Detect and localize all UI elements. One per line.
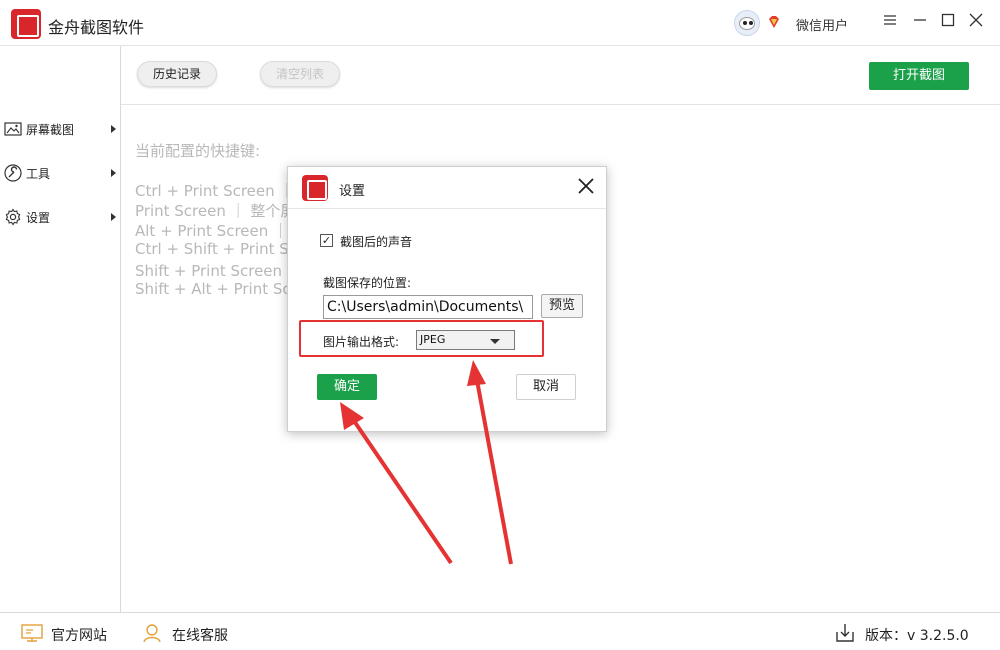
official-website-link[interactable]: 官方网站: [21, 623, 121, 644]
website-label: 官方网站: [51, 628, 107, 644]
sound-checkbox-label: 截图后的声音: [340, 235, 413, 249]
chevron-right-icon: [111, 213, 116, 221]
sidebar: 屏幕截图 工具 设置: [0, 46, 121, 612]
browse-button[interactable]: 预览: [541, 294, 583, 318]
dialog-header: 设置: [288, 167, 606, 209]
annotation-highlight-box: [299, 320, 544, 357]
status-bar: 官方网站 在线客服 版本：v 3.2.5.0: [0, 612, 1000, 650]
open-screenshot-button[interactable]: 打开截图: [869, 62, 969, 90]
support-label: 在线客服: [172, 628, 228, 644]
vip-diamond-icon[interactable]: [767, 15, 781, 29]
history-button[interactable]: 历史记录: [137, 61, 217, 87]
sidebar-item-label: 工具: [26, 167, 51, 181]
hotkey-line: Shift + Print Screen ｜: [135, 262, 302, 280]
user-avatar[interactable]: [734, 10, 760, 36]
avatar-eye-left: [743, 21, 747, 25]
app-logo-icon: [11, 9, 41, 39]
app-title: 金舟截图软件: [48, 18, 145, 37]
minimize-icon[interactable]: [910, 12, 930, 32]
sidebar-item-label: 屏幕截图: [26, 123, 75, 137]
hotkey-line: Print Screen ｜ 整个屏: [135, 202, 296, 220]
close-icon[interactable]: [575, 177, 597, 199]
save-path-field[interactable]: C:\Users\admin\Documents\: [323, 295, 533, 319]
maximize-icon[interactable]: [938, 12, 958, 32]
hotkeys-title: 当前配置的快捷键:: [135, 142, 261, 160]
menu-icon[interactable]: [880, 12, 900, 32]
chevron-right-icon: [111, 169, 116, 177]
dialog-title: 设置: [339, 184, 366, 199]
cancel-button[interactable]: 取消: [516, 374, 576, 400]
title-bar: 金舟截图软件 微信用户: [0, 0, 1000, 46]
support-agent-icon: [143, 624, 161, 643]
settings-dialog: 设置 ✓ 截图后的声音 截图保存的位置: C:\Users\admin\Docu…: [287, 166, 607, 432]
sidebar-item-label: 设置: [26, 211, 51, 225]
online-support-link[interactable]: 在线客服: [142, 623, 242, 644]
sidebar-item-tools[interactable]: 工具: [2, 162, 120, 186]
close-icon[interactable]: [966, 12, 986, 32]
app-logo-icon: [302, 175, 328, 201]
chevron-right-icon: [111, 125, 116, 133]
version-label: 版本：v 3.2.5.0: [865, 628, 969, 644]
avatar-eye-right: [749, 21, 753, 25]
wrench-icon: [4, 164, 22, 182]
gear-icon: [5, 208, 21, 226]
version-info[interactable]: 版本：v 3.2.5.0: [835, 623, 985, 644]
sound-checkbox[interactable]: ✓: [320, 234, 333, 247]
sidebar-item-screenshot[interactable]: 屏幕截图: [2, 118, 120, 142]
download-icon: [836, 624, 854, 642]
image-icon: [4, 122, 22, 136]
ok-button[interactable]: 确定: [317, 374, 377, 400]
hotkey-line: Ctrl + Shift + Print Scre: [135, 240, 313, 258]
save-location-label: 截图保存的位置:: [323, 276, 412, 290]
hotkey-line: Shift + Alt + Print Scre: [135, 280, 306, 298]
clear-list-button[interactable]: 清空列表: [260, 61, 340, 87]
sidebar-item-settings[interactable]: 设置: [2, 206, 120, 230]
hotkey-line: Alt + Print Screen ｜ 滚: [135, 222, 308, 240]
username-label[interactable]: 微信用户: [796, 15, 848, 34]
monitor-icon: [21, 624, 43, 642]
